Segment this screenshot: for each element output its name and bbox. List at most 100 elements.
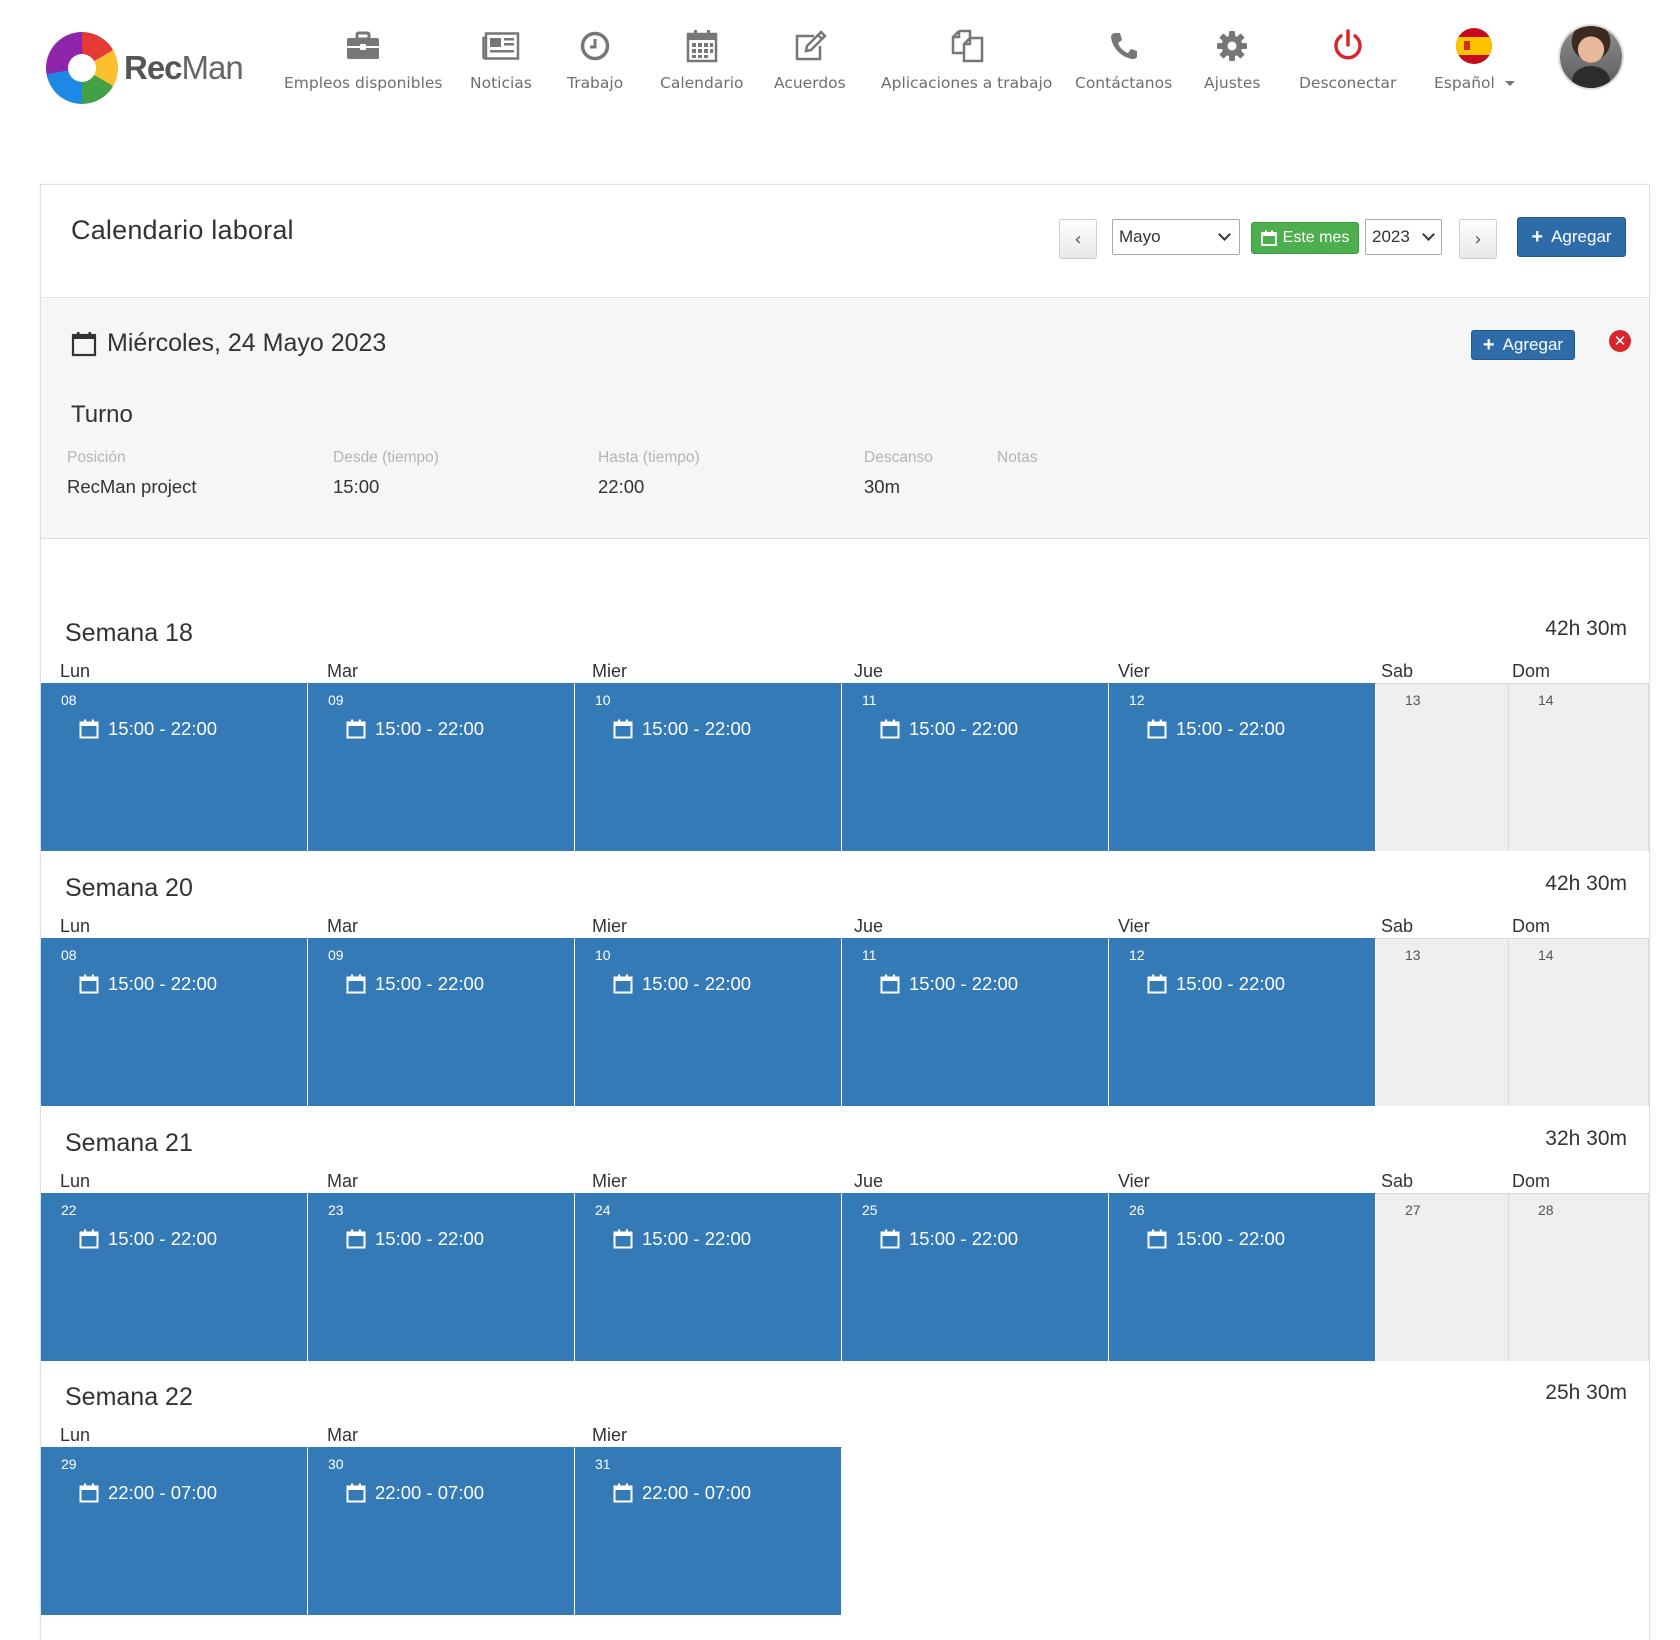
day-cell[interactable]: 23 15:00 - 22:00: [308, 1193, 575, 1361]
day-number: 10: [595, 692, 611, 708]
day-number: 09: [328, 692, 344, 708]
nav-label: Ajustes: [1204, 74, 1261, 92]
day-number: 27: [1405, 1202, 1421, 1218]
day-name: Mier: [592, 1171, 627, 1191]
shift-entry[interactable]: 15:00 - 22:00: [79, 973, 217, 995]
day-number: 10: [595, 947, 611, 963]
shift-entry[interactable]: 15:00 - 22:00: [1147, 718, 1285, 740]
calendar-icon: [79, 1229, 99, 1249]
calendar-icon: [346, 1229, 366, 1249]
nav-aplicaciones[interactable]: Aplicaciones a trabajo: [881, 26, 1052, 96]
nav-label: Acuerdos: [774, 74, 846, 92]
shift-time: 15:00 - 22:00: [1176, 718, 1286, 739]
shift-entry[interactable]: 15:00 - 22:00: [79, 718, 217, 740]
add-shift-button[interactable]: + Agregar: [1471, 330, 1575, 360]
day-cell[interactable]: 09 15:00 - 22:00: [308, 938, 575, 1106]
shift-entry[interactable]: 15:00 - 22:00: [346, 1228, 484, 1250]
gear-icon: [1212, 26, 1252, 66]
shift-entry[interactable]: 15:00 - 22:00: [79, 1228, 217, 1250]
day-name: Jue: [854, 661, 884, 681]
calendar-icon: [880, 719, 900, 739]
shift-entry[interactable]: 15:00 - 22:00: [1147, 1228, 1285, 1250]
week-title: Semana 20: [65, 874, 193, 902]
day-number: 30: [328, 1456, 344, 1472]
next-month-button[interactable]: ›: [1459, 219, 1497, 259]
shift-entry[interactable]: 15:00 - 22:00: [1147, 973, 1285, 995]
day-cell[interactable]: 11 15:00 - 22:00: [842, 683, 1109, 851]
nav-noticias[interactable]: Noticias: [470, 26, 532, 96]
close-icon[interactable]: ✕: [1609, 330, 1631, 352]
day-cell[interactable]: 10 15:00 - 22:00: [575, 683, 842, 851]
spain-flag-icon: [1454, 26, 1494, 66]
day-cell[interactable]: 30 22:00 - 07:00: [308, 1447, 575, 1615]
shift-entry[interactable]: 15:00 - 22:00: [880, 718, 1018, 740]
day-cell[interactable]: 25 15:00 - 22:00: [842, 1193, 1109, 1361]
shift-time: 15:00 - 22:00: [108, 1228, 218, 1249]
shift-entry[interactable]: 22:00 - 07:00: [79, 1482, 217, 1504]
year-select[interactable]: 2023: [1365, 219, 1442, 255]
shift-entry[interactable]: 15:00 - 22:00: [880, 1228, 1018, 1250]
shift-entry[interactable]: 22:00 - 07:00: [346, 1482, 484, 1504]
add-button[interactable]: + Agregar: [1517, 217, 1626, 257]
day-name: Lun: [60, 661, 91, 681]
day-name: Mar: [327, 1425, 358, 1445]
day-cell[interactable]: 26 15:00 - 22:00: [1109, 1193, 1376, 1361]
calendar-icon: [79, 719, 99, 739]
week-row: Semana 20 42h 30m Lun 08 15:00 - 22:00 Mar 09 1…: [41, 872, 1649, 1128]
week-title: Semana 21: [65, 1129, 193, 1157]
nav-empleos[interactable]: Empleos disponibles: [284, 26, 443, 96]
user-avatar[interactable]: [1560, 26, 1622, 88]
day-name: Jue: [854, 916, 884, 936]
day-cell[interactable]: 08 15:00 - 22:00: [41, 938, 308, 1106]
shift-entry[interactable]: 15:00 - 22:00: [346, 973, 484, 995]
to-time-label: Hasta (tiempo): [598, 449, 700, 466]
calendar-icon: [1147, 974, 1167, 994]
shift-time: 15:00 - 22:00: [1176, 1228, 1286, 1249]
position-label: Posición: [67, 449, 126, 466]
shift-entry[interactable]: 15:00 - 22:00: [613, 1228, 751, 1250]
day-cell[interactable]: 09 15:00 - 22:00: [308, 683, 575, 851]
briefcase-icon: [343, 26, 383, 66]
day-cell[interactable]: 12 15:00 - 22:00: [1109, 683, 1376, 851]
shift-entry[interactable]: 15:00 - 22:00: [346, 718, 484, 740]
day-number: 26: [1129, 1202, 1145, 1218]
this-month-label: Este mes: [1282, 229, 1350, 246]
day-cell[interactable]: 11 15:00 - 22:00: [842, 938, 1109, 1106]
nav-acuerdos[interactable]: Acuerdos: [774, 26, 846, 96]
prev-month-button[interactable]: ‹: [1059, 219, 1097, 259]
copy-icon: [947, 26, 987, 66]
day-cell[interactable]: 29 22:00 - 07:00: [41, 1447, 308, 1615]
month-select[interactable]: Mayo: [1112, 219, 1240, 255]
day-cell[interactable]: 31 22:00 - 07:00: [575, 1447, 842, 1615]
clock-icon: [575, 26, 615, 66]
day-cell[interactable]: 12 15:00 - 22:00: [1109, 938, 1376, 1106]
shift-entry[interactable]: 22:00 - 07:00: [613, 1482, 751, 1504]
week-row: Semana 21 32h 30m Lun 22 15:00 - 22:00 Mar 23 1…: [41, 1127, 1649, 1383]
day-name: Dom: [1512, 661, 1551, 681]
day-name: Lun: [60, 1171, 91, 1191]
nav-contactanos[interactable]: Contáctanos: [1075, 26, 1172, 96]
shift-entry[interactable]: 15:00 - 22:00: [613, 718, 751, 740]
language-selector[interactable]: Español: [1434, 26, 1515, 96]
month-select-value: Mayo: [1119, 227, 1161, 246]
top-navigation: RecMan Empleos disponibles Noticias Trab…: [0, 0, 1680, 130]
shift-entry[interactable]: 15:00 - 22:00: [880, 973, 1018, 995]
day-cell[interactable]: 08 15:00 - 22:00: [41, 683, 308, 851]
day-number: 31: [595, 1456, 611, 1472]
day-cell[interactable]: 22 15:00 - 22:00: [41, 1193, 308, 1361]
week-row: Semana 18 42h 30m Lun 08 15:00 - 22:00 Mar 09 1…: [41, 617, 1649, 873]
nav-trabajo[interactable]: Trabajo: [567, 26, 623, 96]
recman-logo[interactable]: RecMan: [46, 30, 246, 105]
shift-time: 15:00 - 22:00: [642, 1228, 752, 1249]
calendar-icon: [346, 719, 366, 739]
nav-desconectar[interactable]: Desconectar: [1299, 26, 1396, 96]
day-cell: 13: [1376, 683, 1509, 851]
this-month-button[interactable]: Este mes: [1251, 222, 1359, 254]
nav-label: Noticias: [470, 74, 532, 92]
chevron-down-icon: [1218, 228, 1231, 241]
nav-ajustes[interactable]: Ajustes: [1204, 26, 1261, 96]
shift-entry[interactable]: 15:00 - 22:00: [613, 973, 751, 995]
day-cell[interactable]: 24 15:00 - 22:00: [575, 1193, 842, 1361]
day-cell[interactable]: 10 15:00 - 22:00: [575, 938, 842, 1106]
nav-calendario[interactable]: Calendario: [660, 26, 744, 96]
